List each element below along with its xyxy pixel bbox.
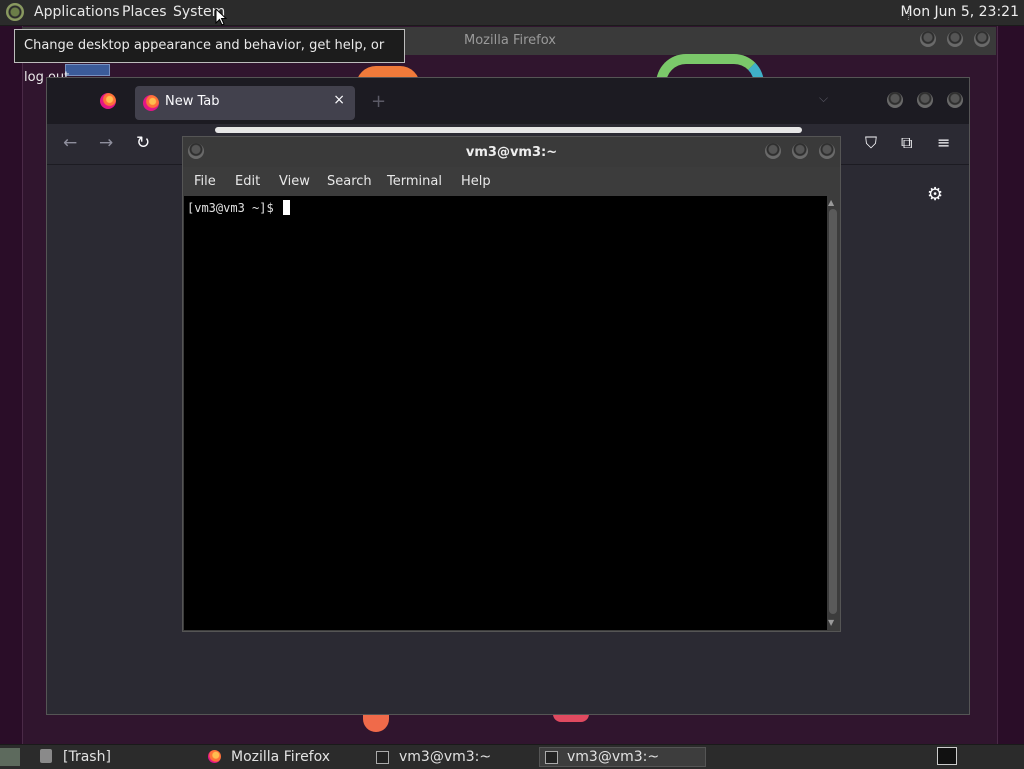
menu-help[interactable]: Help	[461, 174, 491, 189]
taskbar-item-trash[interactable]: [Trash]	[63, 747, 111, 767]
url-bar[interactable]	[215, 127, 802, 133]
menu-edit[interactable]: Edit	[235, 174, 260, 189]
extensions-icon[interactable]: ⧉	[901, 133, 912, 153]
firefox-icon	[143, 95, 159, 111]
firefox-icon	[208, 750, 221, 763]
places-menu[interactable]: Places	[122, 4, 167, 20]
distro-logo-icon[interactable]	[6, 3, 24, 21]
back-icon[interactable]: ←	[63, 133, 77, 153]
close-icon[interactable]	[819, 143, 835, 159]
new-tab-icon[interactable]: +	[371, 91, 386, 112]
tab-close-icon[interactable]: ×	[333, 92, 345, 108]
menu-view[interactable]: View	[279, 174, 310, 189]
minimize-icon[interactable]	[887, 92, 903, 108]
show-desktop-icon[interactable]	[0, 748, 20, 766]
scroll-up-icon[interactable]: ▲	[828, 198, 834, 207]
terminal-screen[interactable]: [vm3@vm3 ~]$	[184, 196, 827, 630]
terminal-scrollbar[interactable]: ▲ ▼	[827, 196, 839, 630]
bottom-panel: [Trash] Mozilla Firefox vm3@vm3:~ vm3@vm…	[0, 744, 1024, 769]
menu-file[interactable]: File	[194, 174, 216, 189]
taskbar-item-label: vm3@vm3:~	[567, 749, 660, 765]
terminal-prompt-line: [vm3@vm3 ~]$	[187, 200, 290, 215]
terminal-icon	[376, 751, 389, 764]
reload-icon[interactable]: ↻	[136, 133, 150, 153]
top-panel: Applications Places System Mon Jun 5, 23…	[0, 0, 1024, 26]
terminal-titlebar[interactable]: vm3@vm3:~	[183, 137, 840, 167]
terminal-window[interactable]: vm3@vm3:~ File Edit View Search Terminal…	[182, 136, 841, 632]
settings-icon[interactable]: ⚙	[927, 184, 943, 205]
wallpaper-decoration	[553, 714, 589, 722]
terminal-menubar: File Edit View Search Terminal Help	[183, 167, 840, 195]
forward-icon[interactable]: →	[99, 133, 113, 153]
applications-menu[interactable]: Applications	[34, 4, 120, 20]
clock[interactable]: Mon Jun 5, 23:21	[901, 4, 1019, 20]
taskbar-item-terminal-1[interactable]: vm3@vm3:~	[399, 747, 491, 767]
menu-terminal[interactable]: Terminal	[387, 174, 442, 189]
firefox-view-icon[interactable]	[100, 93, 116, 109]
maximize-icon[interactable]	[917, 92, 933, 108]
shell-prompt: [vm3@vm3 ~]$	[187, 201, 281, 215]
scroll-down-icon[interactable]: ▼	[828, 618, 834, 627]
maximize-icon[interactable]	[792, 143, 808, 159]
tab-new-tab[interactable]: New Tab ×	[135, 86, 355, 120]
tab-label: New Tab	[165, 94, 220, 109]
maximize-icon[interactable]	[947, 31, 963, 47]
mouse-pointer-icon	[215, 8, 227, 26]
text-cursor	[282, 200, 290, 215]
taskbar-item-terminal-2-active[interactable]: vm3@vm3:~	[539, 747, 706, 767]
terminal-icon	[545, 751, 558, 764]
workspace-switcher[interactable]	[937, 747, 957, 765]
scrollbar-thumb[interactable]	[829, 209, 837, 614]
app-menu-icon[interactable]: ≡	[937, 133, 950, 152]
close-icon[interactable]	[974, 31, 990, 47]
taskbar-item-firefox[interactable]: Mozilla Firefox	[231, 747, 330, 767]
terminal-title: vm3@vm3:~	[465, 145, 558, 160]
tooltip: Change desktop appearance and behavior, …	[14, 29, 405, 85]
close-icon[interactable]	[947, 92, 963, 108]
pocket-icon[interactable]: ⛉	[865, 133, 877, 153]
desktop-icon[interactable]	[65, 64, 110, 76]
tab-bar: New Tab × + ⌵	[47, 78, 969, 124]
minimize-icon[interactable]	[920, 31, 936, 47]
minimize-icon[interactable]	[765, 143, 781, 159]
trash-icon[interactable]	[40, 749, 52, 763]
menu-search[interactable]: Search	[327, 174, 372, 189]
list-all-tabs-icon[interactable]: ⌵	[819, 91, 828, 106]
